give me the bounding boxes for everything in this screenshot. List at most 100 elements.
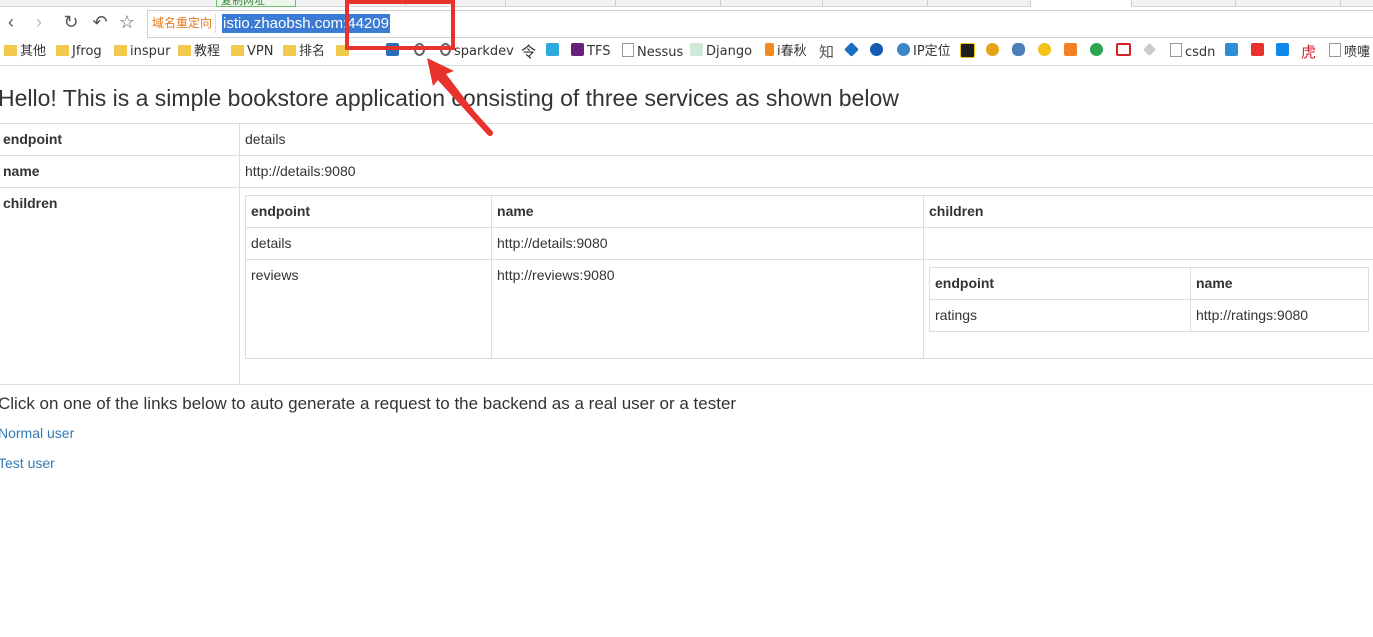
bookmark-label: IP定位 [913, 44, 951, 59]
table-row: children endpoint name children details … [0, 187, 1373, 385]
bookmark-item[interactable] [1090, 43, 1106, 61]
bookmark-item[interactable] [546, 43, 562, 61]
tag-icon [1143, 43, 1156, 56]
bookmark-label: inspur [130, 44, 171, 59]
bookmark-item[interactable]: 令 [521, 43, 536, 61]
cluster-icon [1012, 43, 1025, 56]
bookmark-item[interactable] [960, 43, 978, 61]
bookmark-item[interactable]: 虎 [1301, 43, 1316, 61]
column-header: endpoint [244, 195, 493, 228]
test-user-link[interactable]: Test user [0, 455, 55, 471]
browser-tab[interactable] [927, 0, 1031, 6]
vs-icon [571, 43, 584, 56]
yellow-circle-icon [1038, 43, 1051, 56]
bookmark-label: csdn [1185, 45, 1216, 60]
bookmarks-bar: 其他 Jfrog inspur 教程 VPN 排名 sparkdev 令 TFS… [0, 40, 1373, 66]
bookmark-folder[interactable]: VPN [231, 43, 273, 61]
bookmark-item[interactable] [1064, 43, 1080, 61]
bookmark-label: i春秋 [777, 44, 807, 59]
column-header: endpoint [929, 267, 1191, 300]
star-icon[interactable]: ☆ [116, 11, 138, 33]
bookmark-label: sparkdev [454, 44, 514, 59]
bookmark-ip[interactable]: IP定位 [897, 43, 951, 61]
table-row: reviews http://reviews:9080 endpoint nam… [244, 259, 1373, 359]
reload-icon[interactable]: ↻ [60, 11, 82, 33]
active-tab[interactable] [1030, 0, 1132, 7]
bookmark-label: Nessus [637, 45, 684, 60]
bookmark-label: 喷嚏 [1344, 45, 1371, 60]
browser-tab[interactable] [615, 0, 721, 6]
z-icon [1251, 43, 1264, 56]
bookmark-nessus[interactable]: Nessus [622, 43, 683, 61]
bookmark-folder[interactable]: 排名 [283, 43, 325, 61]
copy-url-tab[interactable]: 复制网址 [216, 0, 296, 7]
bookmark-item[interactable] [1276, 43, 1292, 61]
bookmark-folder[interactable]: Jfrog [56, 43, 102, 61]
browser-tab[interactable] [720, 0, 823, 6]
normal-user-link[interactable]: Normal user [0, 425, 74, 441]
column-header: name [491, 195, 924, 228]
forward-icon[interactable]: › [28, 11, 50, 33]
table-row: name http://details:9080 [0, 155, 1373, 188]
back-icon[interactable]: ‹ [0, 11, 22, 33]
bookmark-item[interactable] [1251, 43, 1267, 61]
e-icon [870, 43, 883, 56]
bookmark-folder[interactable]: inspur [114, 43, 170, 61]
bookmark-folder[interactable]: 其他 [4, 43, 46, 61]
bookmark-label: Jfrog [72, 44, 102, 59]
redirect-badge[interactable]: 域名重定向 [149, 13, 217, 33]
browser-tab[interactable] [1130, 0, 1236, 6]
bookmark-csdn[interactable]: csdn [1170, 43, 1215, 61]
bookmark-item[interactable] [1116, 43, 1134, 61]
service-table: endpoint details name http://details:908… [0, 123, 1373, 385]
children-table: endpoint name children details http://de… [244, 195, 1373, 359]
bookmark-django[interactable]: Django [690, 43, 752, 61]
oracle-icon [1116, 43, 1131, 56]
bookmark-item[interactable] [1143, 43, 1159, 61]
bookmark-penti[interactable]: 喷嚏 [1329, 43, 1370, 61]
bookmark-item[interactable] [1225, 43, 1241, 61]
bookmark-item[interactable]: 知 [819, 43, 834, 61]
table-row: endpoint details [0, 123, 1373, 156]
bookmark-item[interactable] [844, 42, 861, 61]
browser-tab[interactable] [1235, 0, 1341, 6]
stackoverflow-icon [1064, 43, 1077, 56]
folder-icon [283, 45, 296, 56]
browser-tab[interactable] [822, 0, 928, 6]
cell: ratings [929, 299, 1191, 332]
browser-toolbar: ‹ › ↻ ↶ ☆ 域名重定向 istio.zhaobsh.com:44209 [0, 7, 1373, 39]
hu-icon: 虎 [1301, 43, 1317, 61]
address-bar[interactable]: 域名重定向 istio.zhaobsh.com:44209 [147, 10, 1373, 38]
folder-icon [114, 45, 127, 56]
column-header: name [1190, 267, 1369, 300]
bookmark-folder[interactable]: 教程 [178, 43, 220, 61]
bookmark-item[interactable] [986, 43, 1002, 61]
page-heading: Hello! This is a simple bookstore applic… [0, 85, 899, 111]
tab-strip: 复制网址 [0, 0, 1373, 7]
row-value: details [239, 123, 1373, 156]
page-icon [622, 43, 634, 57]
table-row: ratings http://ratings:9080 [929, 299, 1369, 332]
u-icon [986, 43, 999, 56]
children-cell: endpoint name children details http://de… [239, 187, 1373, 385]
column-header: children [923, 195, 1373, 228]
infoq-icon [1225, 43, 1238, 56]
cell: endpoint name ratings http://ratings:908… [923, 259, 1373, 359]
bookmark-item[interactable] [1012, 43, 1028, 61]
cell [923, 227, 1373, 260]
row-value: http://details:9080 [239, 155, 1373, 188]
undo-icon[interactable]: ↶ [89, 11, 111, 33]
table-header-row: endpoint name [929, 267, 1369, 300]
bookmark-label: 教程 [194, 44, 221, 59]
row-key: children [0, 187, 240, 385]
table-header-row: endpoint name children [244, 195, 1373, 228]
bookmark-item[interactable] [870, 43, 886, 61]
star-blue-icon [546, 43, 559, 56]
browser-tab[interactable] [505, 0, 616, 6]
bookmark-item[interactable] [1038, 43, 1054, 61]
bookmark-tfs[interactable]: TFS [571, 43, 610, 61]
cell: http://ratings:9080 [1190, 299, 1369, 332]
cell: reviews [244, 259, 493, 359]
bookmark-label: TFS [587, 44, 611, 59]
bookmark-ichunqiu[interactable]: i春秋 [765, 43, 807, 61]
